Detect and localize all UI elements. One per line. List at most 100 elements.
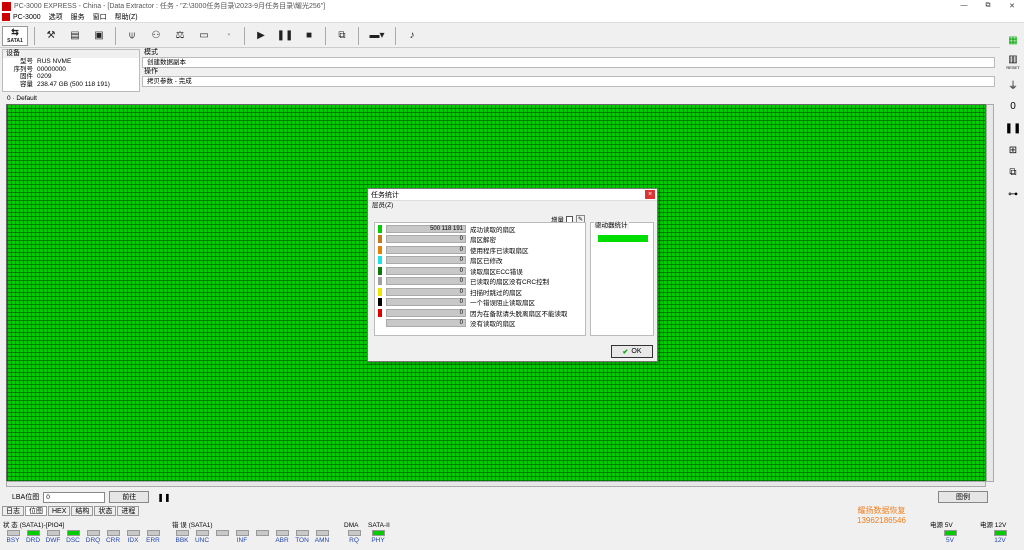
status-led: AMN (312, 530, 332, 544)
sata-port-button[interactable]: ⇆ SATA1 (2, 25, 28, 46)
stats-label: 扇区解密 (470, 237, 496, 244)
tab-hex[interactable]: HEX (48, 506, 71, 516)
status-led: CRR (103, 530, 123, 544)
tab-structure[interactable]: 结构 (71, 506, 94, 516)
device-header: 设备 (3, 50, 139, 58)
connector-icon[interactable]: ⊶ (1002, 184, 1024, 204)
stats-value: 0 (386, 245, 466, 254)
bottom-tabs: 日志 位图 HEX 结构 状态 进程 (2, 506, 140, 516)
led-label: INF (236, 537, 248, 544)
camera-icon[interactable]: ◔ (218, 26, 238, 46)
menu-options[interactable]: 选项 (49, 12, 63, 22)
led-label: DRQ (85, 537, 101, 544)
status-led: BBK (172, 530, 192, 544)
layers-icon[interactable]: ⧉ (1002, 162, 1024, 182)
play-icon[interactable]: ▶ (251, 26, 271, 46)
copy-icon[interactable]: ⧉ (332, 26, 352, 46)
map-label: 0 · Default (7, 95, 37, 102)
led-indicator (195, 530, 209, 536)
disk-icon[interactable]: ▤ (65, 26, 85, 46)
tools-icon[interactable]: ⚒ (41, 26, 61, 46)
pause-icon[interactable]: ❚❚ (275, 26, 295, 46)
led-indicator (146, 530, 160, 536)
goto-button[interactable]: 前往 (109, 491, 150, 503)
led-indicator (86, 530, 100, 536)
stop-icon[interactable]: ■ (299, 26, 319, 46)
check-icon: ✔ (622, 348, 629, 356)
tab-log[interactable]: 日志 (2, 506, 24, 516)
dialog-caption: 任务统计 × (368, 189, 657, 201)
drive-stats-title: 驱动器统计 (594, 219, 629, 229)
tab-process[interactable]: 进程 (117, 506, 140, 516)
color-swatch (378, 287, 382, 296)
stats-label: 使用程序已读取扇区 (470, 247, 529, 255)
led-indicator (295, 530, 309, 536)
horizontal-scrollbar[interactable] (6, 481, 986, 487)
app-logo-icon (2, 1, 11, 11)
stats-row: 0 一个错误阻止读取扇区 (375, 297, 585, 307)
menu-window[interactable]: 窗口 (93, 12, 107, 22)
status-led: IDX (123, 530, 143, 544)
tab-bitmap[interactable]: 位图 (25, 506, 47, 516)
menu-service[interactable]: 服务 (71, 12, 85, 22)
color-swatch (378, 266, 382, 275)
led-indicator (66, 530, 80, 536)
status-led: DWF (43, 530, 63, 544)
menu-help[interactable]: 帮助(Z) (115, 12, 138, 22)
binoculars-icon[interactable]: ⚇ (146, 26, 166, 46)
lba-input[interactable] (43, 491, 106, 503)
status-led: ERR (143, 530, 163, 544)
drive-icon[interactable]: ▭ (194, 26, 214, 46)
reset-icon[interactable]: ▥ RESET (1002, 52, 1024, 72)
toolbar-divider (325, 26, 326, 45)
device-row-serial: 序列号 00000000 (13, 65, 66, 73)
counter-icon[interactable]: 0 (1002, 96, 1024, 116)
right-toolbar: ▦ ▥ RESET ⏚ 0 ❚❚ ⊞ ⧉ ⊶ (1002, 30, 1024, 200)
app-menu-icon[interactable] (2, 13, 10, 21)
window-title: PC-3000 EXPRESS - China - [Data Extracto… (14, 3, 326, 10)
power-toggle-icon[interactable]: ⏚ (1002, 74, 1024, 94)
color-swatch (378, 277, 382, 285)
led-label: UNC (194, 537, 210, 544)
music-icon[interactable]: ♪ (402, 26, 422, 46)
color-swatch (378, 319, 382, 327)
led-label: BSY (6, 537, 20, 544)
pause-small-icon[interactable]: ❚❚ (157, 493, 170, 502)
legend-button[interactable]: 图例 (938, 491, 988, 503)
close-button[interactable]: ✕ (1000, 2, 1024, 10)
chip-icon[interactable]: ▣ (89, 26, 109, 46)
power5v-group: 电源 5V 5V (930, 522, 960, 544)
grid-icon[interactable]: ⊞ (1002, 140, 1024, 160)
error-group: 错 误 (SATA1) BBK UNC INF ABR TON AMN (172, 522, 332, 544)
led-label: DRD (25, 537, 41, 544)
ok-button[interactable]: ✔ OK (611, 345, 653, 358)
color-swatch (378, 235, 382, 243)
status-led: RQ (344, 530, 364, 544)
usb-icon[interactable]: ⍦ (122, 26, 142, 46)
led-label: DSC (66, 537, 80, 544)
color-swatch (378, 245, 382, 254)
balance-icon[interactable]: ⚖ (170, 26, 190, 46)
vertical-scrollbar[interactable] (986, 104, 994, 482)
stats-value: 0 (386, 308, 466, 317)
restore-button[interactable]: ⧉ (976, 2, 1000, 10)
dialog-menu[interactable]: 层员(Z) (368, 201, 657, 210)
stats-value: 0 (386, 266, 466, 275)
minimize-button[interactable]: — (952, 2, 976, 10)
led-indicator (26, 530, 40, 536)
menu-app[interactable]: PC-3000 (13, 14, 41, 21)
stats-value: 500 118 191 (386, 224, 466, 233)
mode-header: 模式 (144, 49, 158, 56)
led-label: 12V (994, 537, 1006, 544)
drive-stats-panel: 驱动器统计 (590, 219, 654, 336)
led-indicator (993, 530, 1007, 536)
dialog-title: 任务统计 (371, 191, 399, 199)
pause-side-icon[interactable]: ❚❚ (1002, 118, 1024, 138)
led-indicator (175, 530, 189, 536)
stack-icon[interactable]: ▦ (1002, 30, 1024, 50)
led-label: 5V (946, 537, 954, 544)
dialog-close-icon[interactable]: × (645, 190, 655, 199)
tab-status[interactable]: 状态 (94, 506, 117, 516)
status-led: 12V (990, 530, 1010, 544)
terminal-icon[interactable]: ▬▾ (365, 26, 389, 46)
